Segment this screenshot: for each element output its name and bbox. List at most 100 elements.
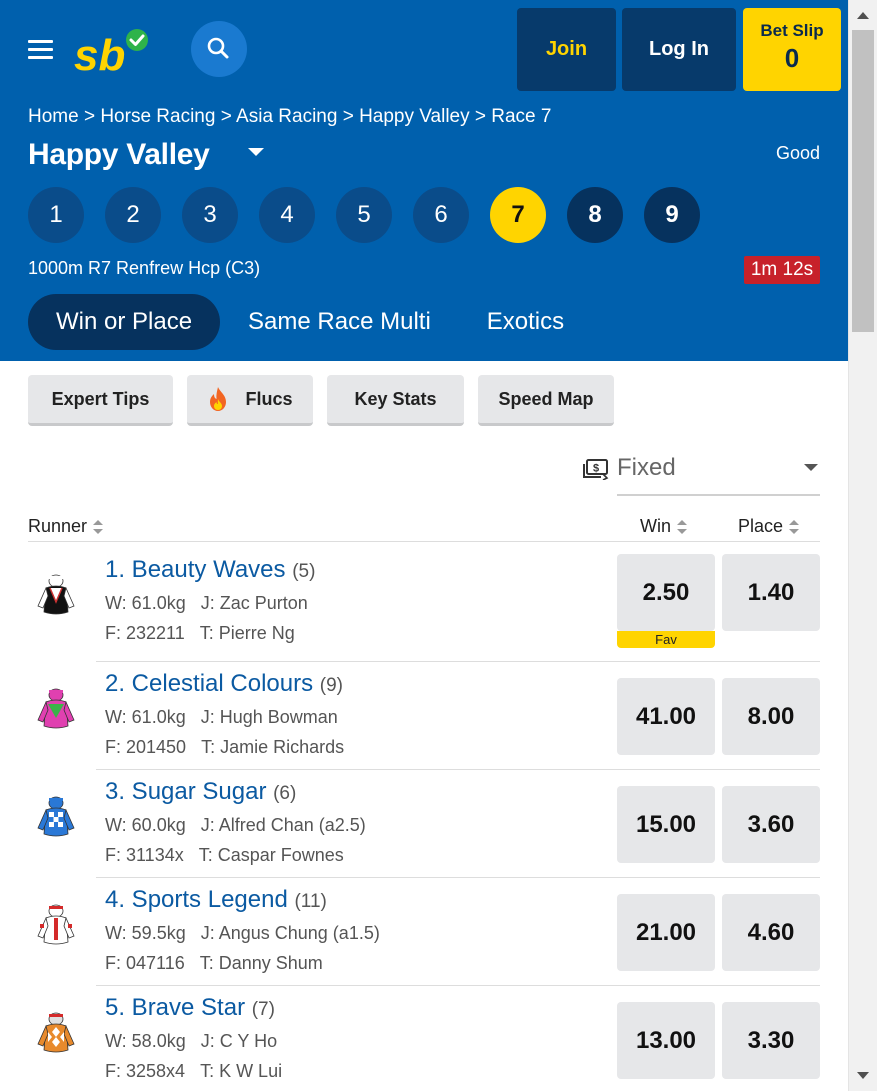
- race-number-6[interactable]: 6: [413, 187, 469, 243]
- race-number-2[interactable]: 2: [105, 187, 161, 243]
- scrollbar[interactable]: [848, 0, 877, 1091]
- chevron-down-icon[interactable]: [248, 148, 264, 156]
- price-type-select[interactable]: $ Fixed: [582, 450, 820, 496]
- runners-table-header: Runner Win Place: [28, 510, 820, 542]
- place-column-label: Place: [738, 516, 784, 536]
- runner-column-header[interactable]: Runner: [28, 516, 104, 537]
- runner-name-text: 3. Sugar Sugar: [105, 778, 267, 805]
- runner-jockey: J: C Y Ho: [200, 1031, 278, 1051]
- barrier-number: (6): [273, 783, 297, 804]
- win-odds-button[interactable]: 2.50: [617, 554, 715, 631]
- runner-weight-jockey: W: 58.0kg J: C Y Ho: [105, 1031, 277, 1052]
- race-number-8[interactable]: 8: [567, 187, 623, 243]
- race-number-7[interactable]: 7: [490, 187, 546, 243]
- race-tools: Expert Tips Flucs Key Stats Speed Map: [28, 375, 614, 426]
- tab-same-race-multi[interactable]: Same Race Multi: [220, 294, 459, 350]
- jockey-silk-icon: [34, 794, 78, 844]
- venue-title[interactable]: Happy Valley: [28, 138, 210, 172]
- runner-weight-jockey: W: 60.0kg J: Alfred Chan (a2.5): [105, 815, 366, 836]
- runner-jockey: J: Zac Purton: [200, 593, 308, 613]
- place-odds-button[interactable]: 3.60: [722, 786, 820, 863]
- place-column-header[interactable]: Place: [738, 516, 800, 537]
- key-stats-button[interactable]: Key Stats: [327, 375, 464, 426]
- search-icon: [207, 37, 229, 59]
- runner-weight-jockey: W: 59.5kg J: Angus Chung (a1.5): [105, 923, 380, 944]
- race-number-3[interactable]: 3: [182, 187, 238, 243]
- win-odds-button[interactable]: 21.00: [617, 894, 715, 971]
- place-odds-button[interactable]: 1.40: [722, 554, 820, 631]
- runner-form: F: 232211: [105, 623, 185, 643]
- runner-form-trainer: F: 201450 T: Jamie Richards: [105, 737, 344, 758]
- scrollbar-thumb[interactable]: [852, 30, 874, 332]
- runner-name-text: 1. Beauty Waves: [105, 556, 286, 583]
- win-odds-button[interactable]: 41.00: [617, 678, 715, 755]
- runner-name[interactable]: 3. Sugar Sugar (6): [105, 778, 296, 806]
- runner-trainer: T: K W Lui: [200, 1061, 283, 1081]
- bet-slip-button[interactable]: Bet Slip 0: [743, 8, 841, 91]
- runner-name[interactable]: 1. Beauty Waves (5): [105, 556, 315, 584]
- runner-weight: W: 61.0kg: [105, 707, 186, 727]
- login-button[interactable]: Log In: [622, 8, 736, 91]
- price-type-value: Fixed: [617, 454, 676, 481]
- win-column-header[interactable]: Win: [640, 516, 687, 537]
- runner-form-trainer: F: 047116 T: Danny Shum: [105, 953, 323, 974]
- win-odds-button[interactable]: 13.00: [617, 1002, 715, 1079]
- select-underline: [617, 494, 820, 496]
- flucs-label: Flucs: [245, 388, 293, 409]
- tab-win-or-place[interactable]: Win or Place: [28, 294, 221, 350]
- runner-name[interactable]: 2. Celestial Colours (9): [105, 670, 343, 698]
- menu-icon[interactable]: [28, 40, 53, 60]
- sportsbet-logo[interactable]: sb: [74, 28, 154, 76]
- runner-form-trainer: F: 3258x4 T: K W Lui: [105, 1061, 282, 1082]
- favourite-badge: Fav: [617, 631, 715, 648]
- runner-form-trainer: F: 31134x T: Caspar Fownes: [105, 845, 344, 866]
- sort-icon: [677, 519, 687, 534]
- barrier-number: (9): [319, 675, 343, 696]
- bet-slip-label: Bet Slip: [760, 21, 824, 40]
- page: sb Join Log In Bet Slip 0 Home > Horse R…: [0, 0, 848, 1091]
- runner-form: F: 31134x: [105, 845, 184, 865]
- runner-trainer: T: Jamie Richards: [201, 737, 345, 757]
- runner-row: 3. Sugar Sugar (6) W: 60.0kg J: Alfred Cha…: [28, 770, 820, 878]
- expert-tips-button[interactable]: Expert Tips: [28, 375, 173, 426]
- runner-form: F: 3258x4: [105, 1061, 186, 1081]
- place-odds-button[interactable]: 3.30: [722, 1002, 820, 1079]
- place-odds-button[interactable]: 4.60: [722, 894, 820, 971]
- countdown-badge: 1m 12s: [744, 256, 820, 284]
- track-condition: Good: [775, 143, 820, 163]
- join-button[interactable]: Join: [517, 8, 616, 91]
- runner-jockey: J: Angus Chung (a1.5): [200, 923, 380, 943]
- runner-name[interactable]: 4. Sports Legend (11): [105, 886, 327, 914]
- runner-jockey: J: Alfred Chan (a2.5): [200, 815, 366, 835]
- scroll-up-arrow-icon[interactable]: [857, 12, 869, 19]
- race-number-4[interactable]: 4: [259, 187, 315, 243]
- race-number-selector: 123456789: [28, 187, 700, 243]
- runner-jockey: J: Hugh Bowman: [200, 707, 338, 727]
- tab-exotics[interactable]: Exotics: [459, 294, 592, 350]
- jockey-silk-icon: [34, 686, 78, 736]
- runner-weight: W: 61.0kg: [105, 593, 186, 613]
- runner-form-trainer: F: 232211 T: Pierre Ng: [105, 623, 295, 644]
- place-odds-button[interactable]: 8.00: [722, 678, 820, 755]
- race-number-1[interactable]: 1: [28, 187, 84, 243]
- runner-column-label: Runner: [28, 516, 88, 536]
- speed-map-button[interactable]: Speed Map: [478, 375, 614, 426]
- runner-weight: W: 58.0kg: [105, 1031, 186, 1051]
- race-number-9[interactable]: 9: [644, 187, 700, 243]
- runner-trainer: T: Danny Shum: [199, 953, 323, 973]
- runner-name-text: 4. Sports Legend: [105, 886, 288, 913]
- win-column-label: Win: [640, 516, 671, 536]
- runner-weight: W: 60.0kg: [105, 815, 186, 835]
- breadcrumb[interactable]: Home > Horse Racing > Asia Racing > Happ…: [28, 106, 551, 128]
- scroll-down-arrow-icon[interactable]: [857, 1072, 869, 1079]
- race-number-5[interactable]: 5: [336, 187, 392, 243]
- runner-name[interactable]: 5. Brave Star (7): [105, 994, 275, 1022]
- win-odds-button[interactable]: 15.00: [617, 786, 715, 863]
- flucs-button[interactable]: Flucs: [187, 375, 313, 426]
- fire-icon: [210, 387, 227, 411]
- search-button[interactable]: [191, 21, 247, 77]
- jockey-silk-icon: [34, 572, 78, 622]
- cash-swap-icon: $: [583, 459, 609, 480]
- race-info: 1000m R7 Renfrew Hcp (C3): [28, 258, 261, 278]
- runner-weight: W: 59.5kg: [105, 923, 186, 943]
